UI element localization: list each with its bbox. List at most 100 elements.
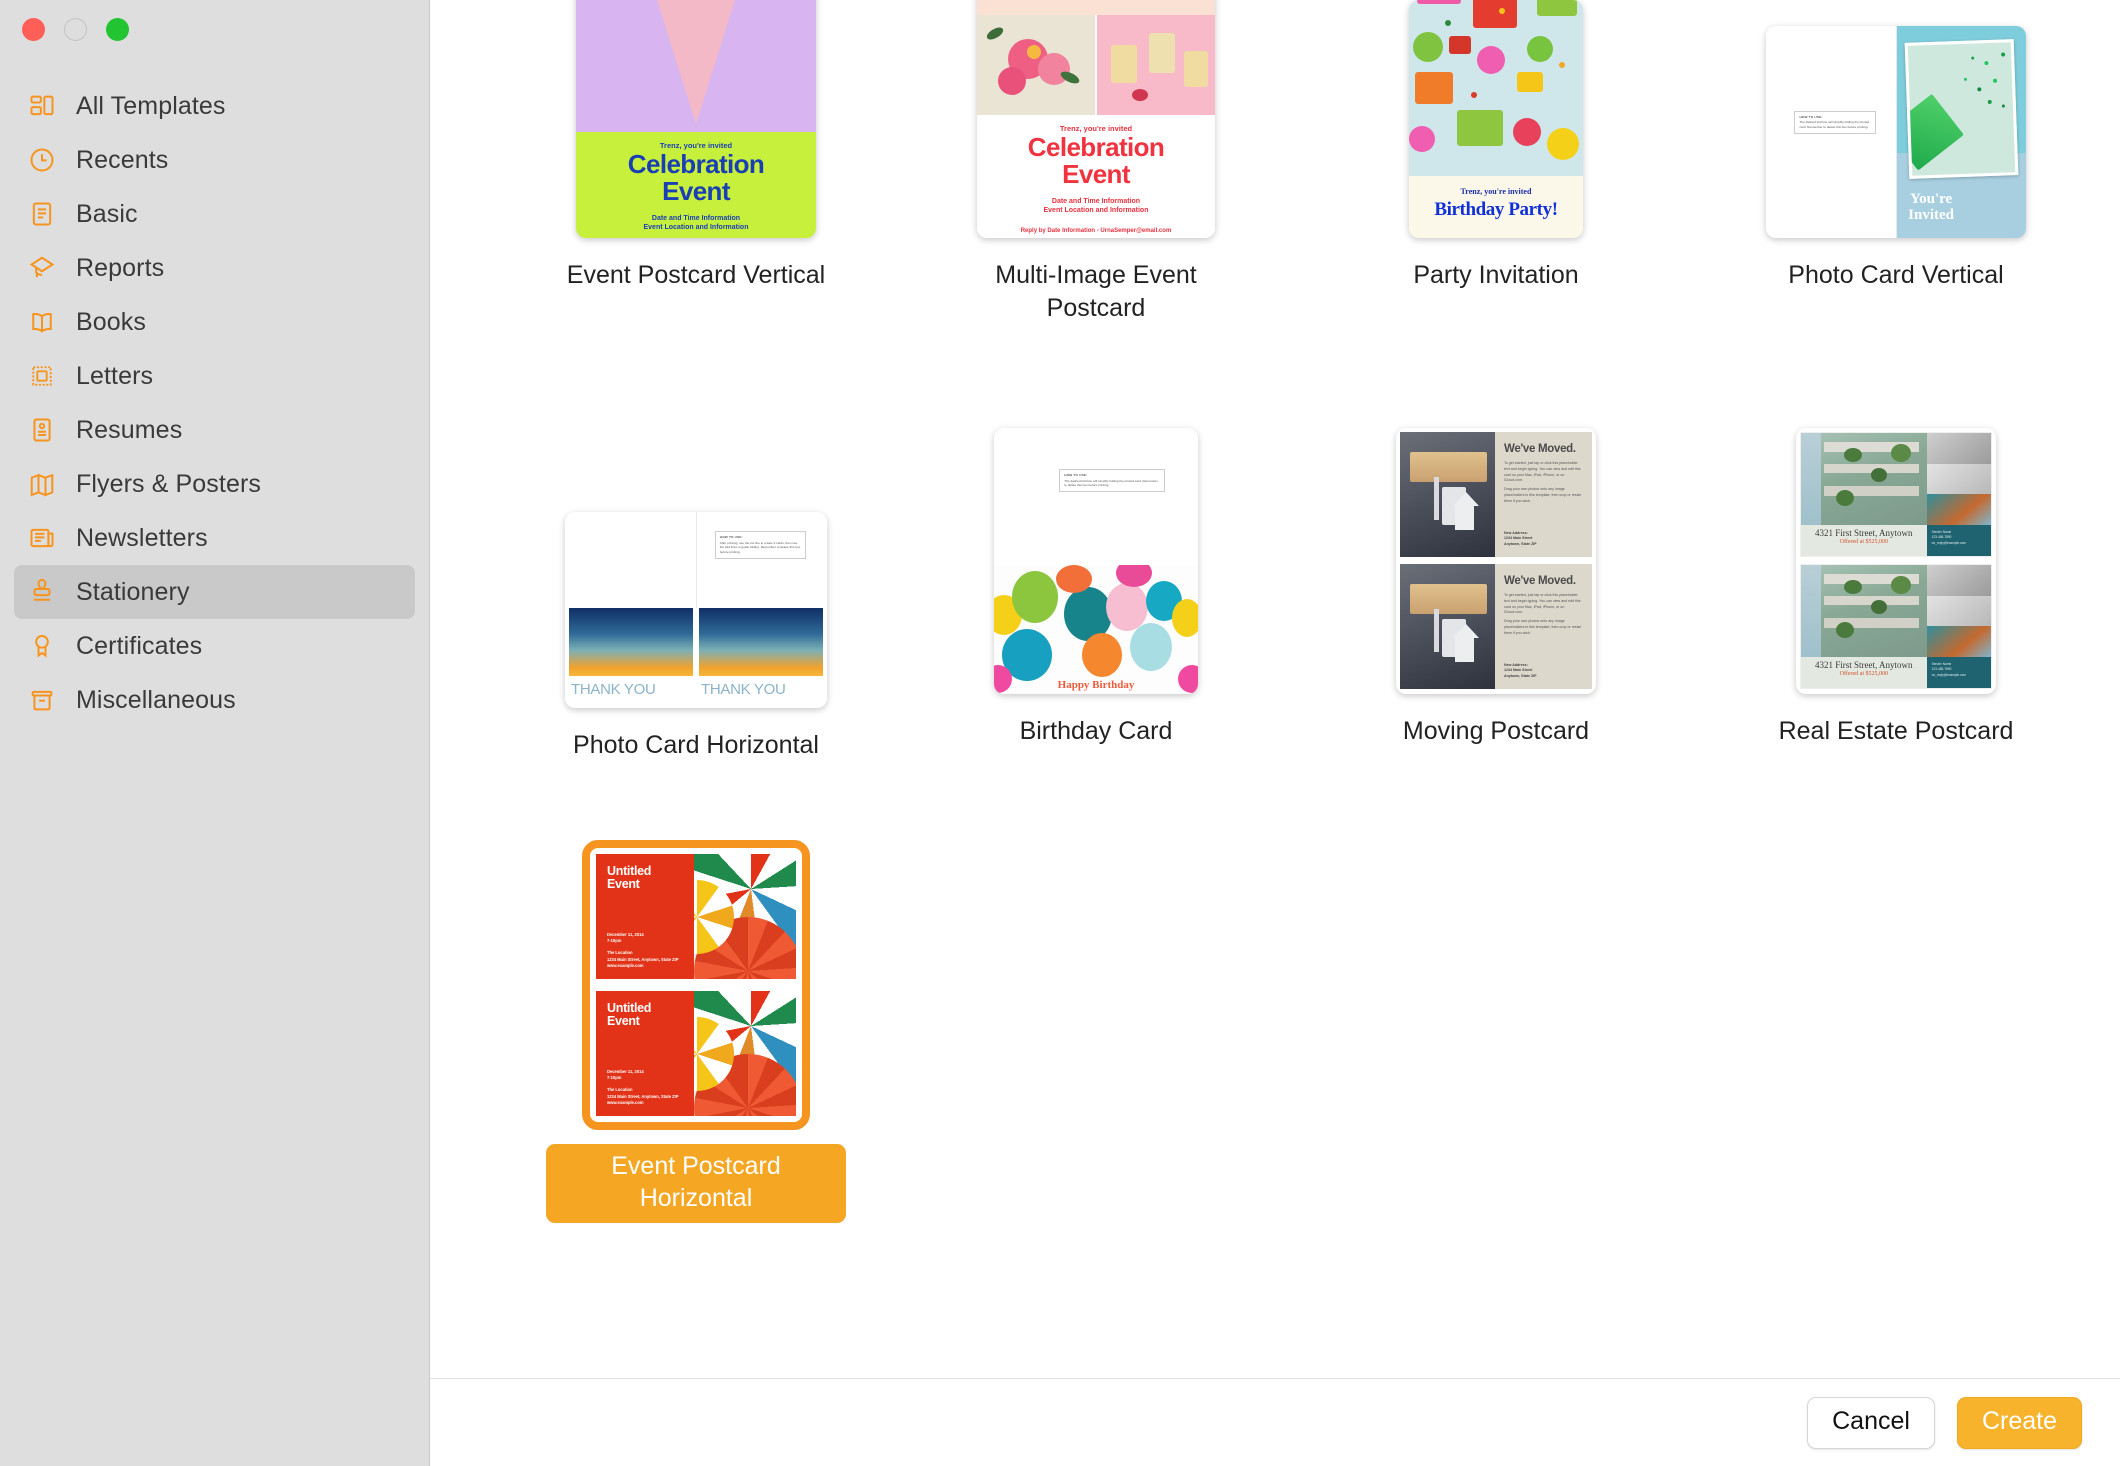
template-thumbnail[interactable]: Trenz, you're invited Birthday Party! — [1409, 0, 1583, 238]
sidebar-item-label: Resumes — [76, 415, 183, 444]
template-item-event-postcard-horizontal[interactable]: Untitled Event December 11, 2014 7-10pm … — [546, 840, 846, 1223]
cake-pattern-photo — [977, 0, 1215, 15]
close-button[interactable] — [22, 18, 45, 41]
open-book-icon — [28, 308, 56, 336]
sidebar-item-books[interactable]: Books — [14, 295, 415, 349]
card-inside-blank: HOW TO USE: The dashed fold line will si… — [994, 428, 1198, 565]
sidebar-item-letters[interactable]: Letters — [14, 349, 415, 403]
sunset-photo — [569, 608, 693, 676]
card-preview: HOW TO USE: The dashed fold line will si… — [994, 428, 1198, 694]
event-time: 7-10pm — [607, 1075, 622, 1081]
zoom-button[interactable] — [106, 18, 129, 41]
body-para1: To get started, just tap or click this p… — [1504, 593, 1581, 615]
sidebar-item-label: Stationery — [76, 577, 190, 606]
sidebar-item-basic[interactable]: Basic — [14, 187, 415, 241]
template-item-party-invitation[interactable]: Trenz, you're invited Birthday Party! Pa… — [1346, 0, 1646, 292]
template-item-photo-card-vertical[interactable]: HOW TO USE: The dashed fold line will si… — [1746, 26, 2046, 292]
thank-you-text: THANK YOU — [701, 681, 786, 698]
template-thumbnail[interactable]: HOW TO USE: After printing, use the cut … — [565, 512, 827, 708]
paper-fans-photo — [694, 991, 796, 1116]
sunset-photo — [699, 608, 823, 676]
card-front-title: You're Invited — [1908, 191, 1954, 223]
template-thumbnail[interactable]: Trenz, you're invited Celebration Event … — [576, 0, 816, 238]
event-website: www.example.com — [607, 963, 644, 969]
event-title-line2: Event — [607, 877, 640, 891]
card-detail-line2: Event Location and Information — [643, 224, 749, 232]
rubber-stamp-icon — [28, 578, 56, 606]
howto-box: HOW TO USE: The dashed fold line will si… — [1794, 110, 1877, 134]
card-reply-line: Reply by Date Information - UrnaSemper@e… — [1020, 227, 1172, 234]
cancel-button[interactable]: Cancel — [1807, 1396, 1935, 1449]
sidebar-item-recents[interactable]: Recents — [14, 133, 415, 187]
sidebar-item-stationery[interactable]: Stationery — [14, 565, 415, 619]
template-item-birthday-card[interactable]: HOW TO USE: The dashed fold line will si… — [946, 428, 1246, 748]
template-caption-selected: Event Postcard Horizontal — [546, 1144, 846, 1223]
greeting-text: Happy Birthday — [1057, 679, 1135, 691]
balloons-artwork: Happy Birthday — [994, 565, 1198, 694]
card-preview: Untitled Event December 11, 2014 7-10pm … — [596, 854, 796, 1116]
property-price: Offered at $525,000 — [1839, 671, 1888, 677]
gifts-balloons-photo — [1409, 0, 1583, 176]
living-room-photo — [1926, 565, 1991, 596]
postcard-copy-2: Untitled Event December 11, 2014 7-10pm … — [596, 991, 796, 1116]
howto-title: HOW TO USE: — [1064, 473, 1088, 478]
card-title: Birthday Party! — [1434, 199, 1558, 220]
template-thumbnail[interactable]: HOW TO USE: The dashed fold line will si… — [994, 428, 1198, 694]
card-detail-line1: Date and Time Information — [651, 214, 741, 222]
template-item-photo-card-horizontal[interactable]: HOW TO USE: After printing, use the cut … — [546, 512, 846, 762]
minimize-button[interactable] — [64, 18, 87, 41]
address-block: New Address: 1234 Main Street Anytown, S… — [1504, 531, 1584, 548]
template-item-moving-postcard[interactable]: We've Moved. To get started, just tap or… — [1346, 428, 1646, 748]
box-icon — [28, 686, 56, 714]
template-caption: Birthday Card — [1019, 717, 1173, 745]
event-datetime: December 11, 2014 7-10pm — [607, 1069, 644, 1082]
template-thumbnail[interactable]: Trenz, you're invited Celebration Event … — [977, 0, 1215, 238]
template-caption: Event Postcard Vertical — [566, 261, 826, 289]
postcard-copy-2: 4321 First Street, Anytown Offered at $5… — [1800, 564, 1992, 689]
address-block: New Address: 1234 Main Street Anytown, S… — [1504, 663, 1584, 680]
sidebar-item-certificates[interactable]: Certificates — [14, 619, 415, 673]
window-traffic-lights — [22, 18, 129, 41]
sidebar-item-label: All Templates — [76, 91, 226, 120]
id-card-icon — [28, 416, 56, 444]
sidebar-item-all-templates[interactable]: All Templates — [14, 79, 415, 133]
template-thumbnail[interactable]: 4321 First Street, Anytown Offered at $5… — [1796, 428, 1996, 694]
template-caption: Multi-Image Event Postcard — [995, 261, 1197, 322]
card-text-block: Trenz, you're invited Birthday Party! — [1409, 176, 1583, 238]
sidebar-item-miscellaneous[interactable]: Miscellaneous — [14, 673, 415, 727]
template-item-multi-image-event-postcard[interactable]: Trenz, you're invited Celebration Event … — [946, 0, 1246, 325]
template-item-event-postcard-vertical[interactable]: Trenz, you're invited Celebration Event … — [546, 0, 846, 292]
sidebar-category-list: All Templates Recents Basic Reports Book… — [0, 79, 429, 727]
grid-icon — [28, 92, 56, 120]
sidebar-item-newsletters[interactable]: Newsletters — [14, 511, 415, 565]
sidebar-item-resumes[interactable]: Resumes — [14, 403, 415, 457]
create-button[interactable]: Create — [1956, 1396, 2082, 1449]
sender-email: no_reply@example.com — [1931, 540, 1967, 545]
address-caption: 4321 First Street, Anytown Offered at $5… — [1801, 525, 1927, 556]
template-thumbnail-selected[interactable]: Untitled Event December 11, 2014 7-10pm … — [582, 840, 810, 1130]
sender-email: no_reply@example.com — [1931, 672, 1967, 677]
playground-photo — [1926, 626, 1991, 658]
sidebar-item-label: Basic — [76, 199, 138, 228]
drinks-photo — [1095, 15, 1215, 115]
howto-body: The dashed fold line will simplify foldi… — [1799, 120, 1870, 130]
rosette-icon — [28, 632, 56, 660]
quadrant-right: HOW TO USE: After printing, use the cut … — [695, 512, 828, 608]
card-front-pair: THANK YOU THANK YOU — [565, 608, 827, 708]
event-title-line2: Event — [607, 1014, 640, 1028]
sidebar-item-flyers-posters[interactable]: Flyers & Posters — [14, 457, 415, 511]
template-thumbnail[interactable]: HOW TO USE: The dashed fold line will si… — [1766, 26, 2026, 238]
card-preview: HOW TO USE: The dashed fold line will si… — [1766, 26, 2026, 238]
card-title-line1: Celebration — [627, 149, 765, 179]
playground-photo — [1926, 494, 1991, 526]
sidebar-item-reports[interactable]: Reports — [14, 241, 415, 295]
thank-you-text: THANK YOU — [571, 681, 656, 698]
card-title-line2: Event — [662, 175, 730, 206]
template-thumbnail[interactable]: We've Moved. To get started, just tap or… — [1396, 428, 1596, 694]
postcard-copy-2: We've Moved. To get started, just tap or… — [1400, 564, 1592, 689]
template-item-real-estate-postcard[interactable]: 4321 First Street, Anytown Offered at $5… — [1746, 428, 2046, 748]
ice-cream-photo — [576, 0, 816, 132]
selection-outline: Untitled Event December 11, 2014 7-10pm … — [582, 840, 810, 1130]
sidebar: All Templates Recents Basic Reports Book… — [0, 0, 430, 1466]
title-line2: Invited — [1908, 206, 1954, 223]
